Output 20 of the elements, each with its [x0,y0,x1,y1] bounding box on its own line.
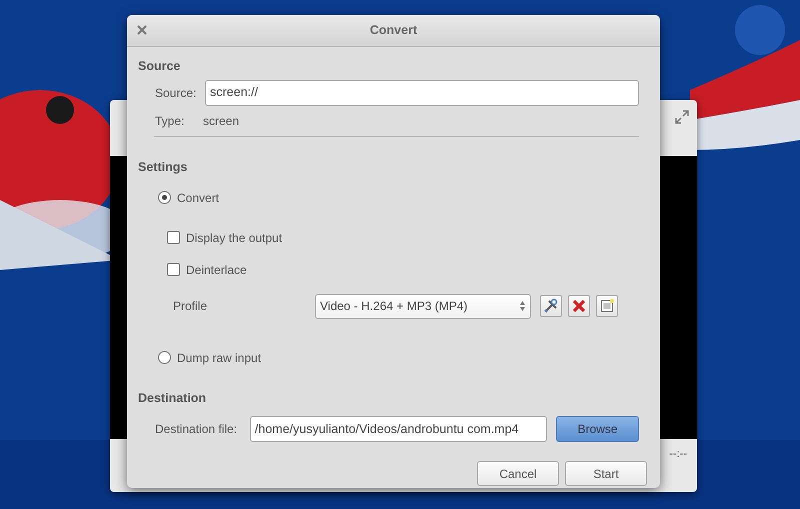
dialog-button[interactable]: Start [565,461,647,486]
checkbox-label[interactable]: Deinterlace [186,260,247,278]
field-label: Type: [155,112,186,130]
time-label: --:-- [669,447,687,462]
section-heading: Destination [138,390,208,406]
radio-label[interactable]: Convert [177,188,220,206]
section-heading: Source [138,58,182,75]
radio-label[interactable]: Dump raw input [177,348,262,366]
field-label: Destination file: [155,421,238,438]
dialog-button[interactable]: Cancel [477,461,559,486]
section-heading: Settings [138,158,188,176]
field-label: Profile [173,298,208,315]
browse-button[interactable]: Browse [556,416,639,442]
window-title: Convert [370,22,418,40]
source-field[interactable]: screen:// [205,80,639,106]
destination-field[interactable]: /home/yusyulianto/Videos/androbuntu com.mp4 [250,416,548,442]
checkbox-label[interactable]: Display the output [186,228,282,246]
profile-dropdown[interactable]: Video - H.264 + MP3 (MP4) [315,294,531,318]
field-label: Source: [155,84,198,102]
type-value: screen [203,112,240,130]
